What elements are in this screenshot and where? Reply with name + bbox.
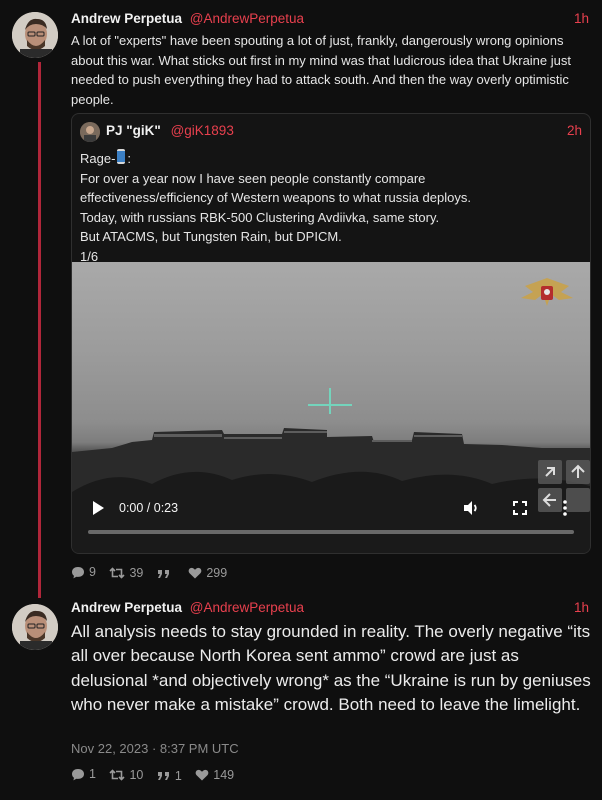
quote-button[interactable] <box>157 569 175 579</box>
avatar[interactable] <box>12 604 58 650</box>
quote-count: 1 <box>174 768 182 783</box>
reply-count: 1 <box>89 767 96 781</box>
quote-text: Rage-: For over a year now I have seen p… <box>80 149 580 266</box>
more-icon[interactable] <box>558 498 572 523</box>
quote-button[interactable]: 1 <box>157 769 182 783</box>
heart-icon <box>195 769 209 780</box>
tweet-actions: 9 39 299 <box>71 565 237 582</box>
quote-line: effectiveness/efficiency of Western weap… <box>80 190 471 205</box>
tweet-time[interactable]: 1h <box>574 11 589 26</box>
retweet-count: 39 <box>129 565 144 580</box>
avatar[interactable] <box>80 122 100 142</box>
retweet-icon <box>109 566 126 579</box>
retweet-button[interactable]: 39 <box>109 566 143 580</box>
like-count: 149 <box>213 767 235 782</box>
quote-line: But ATACMS, but Tungsten Rain, but DPICM… <box>80 229 342 244</box>
quote-line: Rage- <box>80 151 116 166</box>
play-icon[interactable] <box>90 500 106 516</box>
tweet-time[interactable]: 1h <box>574 600 589 615</box>
reply-button[interactable]: 9 <box>71 565 96 579</box>
quoted-tweet[interactable]: PJ "giK" @giK1893 2h Rage-: For over a y… <box>71 113 591 554</box>
like-button[interactable]: 149 <box>195 768 234 782</box>
heart-icon <box>188 567 202 578</box>
tweet-header: Andrew Perpetua @AndrewPerpetua <box>71 11 304 29</box>
author-name[interactable]: Andrew Perpetua <box>71 600 182 615</box>
retweet-count: 10 <box>129 767 144 782</box>
fullscreen-icon[interactable] <box>510 498 530 523</box>
tweet-text: All analysis needs to stay grounded in r… <box>71 622 591 714</box>
comment-icon <box>72 566 84 578</box>
tweet-time[interactable]: 2h <box>567 123 582 138</box>
quote-line: For over a year now I have seen people c… <box>80 170 426 186</box>
retweet-button[interactable]: 10 <box>109 768 143 782</box>
tweet-header: Andrew Perpetua @AndrewPerpetua <box>71 600 304 618</box>
tweet-actions: 1 10 1 149 <box>71 767 244 784</box>
quote-icon <box>157 569 169 578</box>
quote-line: Today, with russians RBK-500 Clustering … <box>80 209 440 225</box>
retweet-icon <box>109 768 126 781</box>
comment-icon <box>72 768 84 780</box>
reply-button[interactable]: 1 <box>71 767 96 781</box>
avatar[interactable] <box>12 12 58 58</box>
tweet-text: A lot of "experts" have been spouting a … <box>71 33 571 107</box>
quote-line-suffix: : <box>127 151 132 166</box>
video-time: 0:00 / 0:23 <box>119 501 179 515</box>
video-progress[interactable] <box>88 530 574 534</box>
reply-count: 9 <box>89 565 96 579</box>
quote-header: PJ "giK" @giK1893 <box>106 123 234 138</box>
thread-emoji-icon <box>117 149 126 164</box>
author-handle[interactable]: @giK1893 <box>171 123 234 138</box>
thread-line <box>38 62 41 598</box>
like-count: 299 <box>206 565 228 580</box>
quote-icon <box>157 771 169 780</box>
video-player[interactable]: 0:00 / 0:23 <box>72 262 590 553</box>
like-button[interactable]: 299 <box>188 566 227 580</box>
author-name[interactable]: Andrew Perpetua <box>71 11 182 26</box>
tweet-date[interactable]: Nov 22, 2023 · 8:37 PM UTC <box>71 741 239 756</box>
volume-icon[interactable] <box>461 498 481 523</box>
author-name[interactable]: PJ "giK" <box>106 123 161 138</box>
emblem-icon <box>515 272 579 321</box>
author-handle[interactable]: @AndrewPerpetua <box>190 11 304 26</box>
author-handle[interactable]: @AndrewPerpetua <box>190 600 304 615</box>
